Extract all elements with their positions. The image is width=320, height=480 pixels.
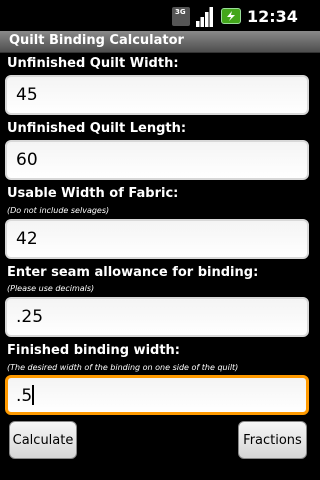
status-bar: 3G 12:34 AM (0, 0, 320, 44)
binding-width-text: .5 (16, 386, 33, 406)
network-3g-icon: 3G (172, 7, 190, 26)
network-type-label: 3G (175, 8, 186, 16)
signal-icon (196, 7, 213, 27)
binding-width-label: Finished binding width: (7, 343, 180, 358)
fractions-button[interactable]: Fractions (238, 421, 307, 459)
quilt-length-field[interactable]: 60 (5, 140, 309, 180)
clock-time: 12:34 (247, 7, 298, 26)
fabric-width-hint: (Do not include selvages) (7, 206, 110, 215)
battery-charging-icon (221, 8, 241, 24)
calculate-button[interactable]: Calculate (9, 421, 77, 459)
app-title-bar: Quilt Binding Calculator (0, 31, 320, 53)
seam-allowance-value: .25 (16, 307, 44, 327)
fabric-width-value: 42 (16, 229, 38, 249)
binding-width-value: .5 (16, 385, 35, 406)
text-cursor (32, 385, 35, 405)
quilt-width-label: Unfinished Quilt Width: (7, 56, 179, 71)
seam-allowance-field[interactable]: .25 (5, 297, 309, 337)
app-title: Quilt Binding Calculator (9, 33, 184, 48)
seam-allowance-label: Enter seam allowance for binding: (7, 265, 259, 280)
quilt-width-field[interactable]: 45 (5, 75, 309, 115)
quilt-length-value: 60 (16, 150, 38, 170)
binding-width-hint: (The desired width of the binding on one… (7, 363, 239, 372)
seam-allowance-hint: (Please use decimals) (7, 284, 95, 293)
fabric-width-field[interactable]: 42 (5, 219, 309, 259)
quilt-width-value: 45 (16, 85, 38, 105)
quilt-length-label: Unfinished Quilt Length: (7, 121, 187, 136)
binding-width-field[interactable]: .5 (5, 375, 309, 415)
fabric-width-label: Usable Width of Fabric: (7, 186, 179, 201)
